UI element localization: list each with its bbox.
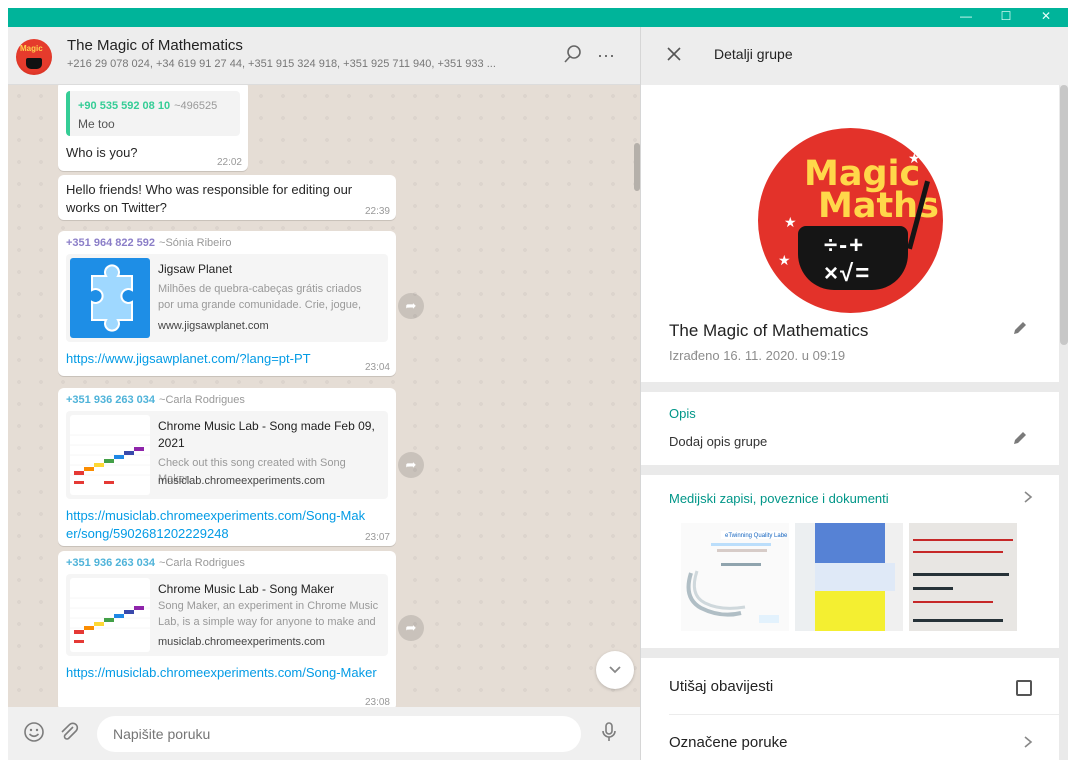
scroll-down-button[interactable] [596,651,634,689]
song-maker-thumbnail [70,578,150,652]
group-profile-image[interactable]: Magic Maths ★ ★ ★ ÷-+ ×√= [758,128,943,313]
chat-title: The Magic of Mathematics [67,37,243,54]
hat-icon: ÷-+ ×√= [798,226,908,290]
forward-icon[interactable]: ➦ [398,615,424,641]
settings-card: Utišaj obavijesti Označene poruke [641,658,1059,760]
panel-scrollbar[interactable] [1060,85,1068,345]
quote-text: Me too [78,117,115,131]
message-text: Who is you? [66,145,138,160]
message-link[interactable]: https://musiclab.chromeexperiments.com/S… [66,507,366,543]
forward-icon[interactable]: ➦ [398,452,424,478]
group-info-panel[interactable]: Magic Maths ★ ★ ★ ÷-+ ×√= The Magic of M… [641,85,1068,760]
quote-sender-nick: ~496525 [174,100,218,112]
add-description-field[interactable]: Dodaj opis grupe [669,434,767,449]
preview-url: www.jigsawplanet.com [158,320,269,332]
sender-nick: ~Carla Rodrigues [159,394,245,406]
message-bubble[interactable]: +351 964 822 592 ~Sónia Ribeiro Jigsaw Pl… [58,231,396,376]
media-card[interactable]: Medijski zapisi, poveznice i dokumenti e… [641,475,1059,648]
message-link[interactable]: https://www.jigsawplanet.com/?lang=pt-PT [66,350,388,368]
jigsaw-thumbnail [70,258,150,338]
link-preview[interactable]: Chrome Music Lab - Song Maker Song Maker… [66,574,388,656]
chat-messages-area[interactable]: +90 535 592 08 10 ~496525 Me too Who is y… [8,85,640,707]
message-time: 22:39 [364,206,390,217]
song-maker-thumbnail [70,415,150,495]
maximize-button[interactable]: ☐ [986,8,1026,27]
microphone-icon[interactable] [596,721,622,747]
message-bubble[interactable]: +90 535 592 08 10 ~496525 Me too Who is y… [58,85,248,171]
edit-description-icon[interactable] [1009,430,1031,452]
message-text: Hello friends! Who was responsible for e… [66,182,353,215]
preview-title: Chrome Music Lab - Song made Feb 09, 202… [158,419,375,450]
preview-description: Milhões de quebra-cabeças grátis criados… [158,283,362,311]
group-info-header: Detalji grupe [641,27,1068,85]
avatar-math-symbols: ÷-+ ×√= [824,232,872,287]
media-thumbnail[interactable] [795,523,903,631]
preview-title: Jigsaw Planet [158,262,233,276]
link-preview[interactable]: Chrome Music Lab - Song made Feb 09, 202… [66,411,388,499]
emoji-icon[interactable] [21,721,47,747]
hat-icon [26,58,42,69]
quote-sender-phone: +90 535 592 08 10 [78,100,171,112]
message-sender: +351 936 263 034 ~Carla Rodrigues [66,557,388,569]
window-titlebar: — ☐ ✕ [8,8,1068,27]
group-created-date: Izrađeno 16. 11. 2020. u 09:19 [669,348,846,363]
message-bubble[interactable]: +351 936 263 034 ~Carla Rodrigues Chrome… [58,551,396,707]
panel-title: Detalji grupe [714,46,793,62]
close-icon[interactable] [661,42,687,68]
group-profile-card: Magic Maths ★ ★ ★ ÷-+ ×√= The Magic of M… [641,85,1059,382]
star-icon: ★ [908,150,921,166]
message-sender: +351 936 263 034 ~Carla Rodrigues [66,394,388,406]
message-time: 23:04 [364,362,390,373]
group-name: The Magic of Mathematics [669,321,869,340]
message-bubble[interactable]: +351 936 263 034 ~Carla Rodrigues Chrome… [58,388,396,546]
message-time: 23:07 [364,532,390,543]
media-thumbnail[interactable] [909,523,1017,631]
group-avatar[interactable]: Magic [16,39,52,75]
description-card: Opis Dodaj opis grupe [641,392,1059,465]
mute-notifications-label[interactable]: Utišaj obavijesti [669,678,773,695]
more-options-icon[interactable]: ⋯ [594,44,618,68]
sender-phone: +351 936 263 034 [66,557,156,569]
sender-nick: ~Carla Rodrigues [159,557,245,569]
message-sender: +351 964 822 592 ~Sónia Ribeiro [66,237,388,249]
description-label: Opis [669,406,696,421]
preview-url: musiclab.chromeexperiments.com [158,636,325,648]
row-divider [669,714,1059,715]
sender-phone: +351 936 263 034 [66,394,156,406]
minimize-button[interactable]: — [946,8,986,27]
chevron-right-icon[interactable] [1019,732,1037,754]
message-bubble[interactable]: Hello friends! Who was responsible for e… [58,175,396,220]
message-link[interactable]: https://musiclab.chromeexperiments.com/S… [66,664,388,682]
mute-checkbox[interactable] [1016,680,1032,696]
sender-phone: +351 964 822 592 [66,237,156,249]
avatar-text: Magic [20,44,43,53]
attach-icon[interactable] [56,721,82,747]
sender-nick: ~Sónia Ribeiro [159,237,232,249]
media-thumbnail[interactable]: eTwinning Quality Labe [681,523,789,631]
quoted-message[interactable]: +90 535 592 08 10 ~496525 Me too [66,91,240,136]
chat-members: +216 29 078 024, +34 619 91 27 44, +351 … [67,58,496,70]
preview-title: Chrome Music Lab - Song Maker [158,582,335,596]
forward-icon[interactable]: ➦ [398,293,424,319]
svg-text:eTwinning Quality Labe: eTwinning Quality Labe [725,533,788,539]
chat-header[interactable]: Magic The Magic of Mathematics +216 29 0… [8,27,640,85]
edit-name-icon[interactable] [1009,320,1031,342]
media-label[interactable]: Medijski zapisi, poveznice i dokumenti [669,491,889,506]
chevron-right-icon[interactable] [1019,487,1037,509]
message-time: 22:02 [216,157,242,168]
search-icon[interactable] [561,44,585,68]
preview-description: Song Maker, an experiment in Chrome Musi… [158,600,379,628]
star-icon: ★ [778,252,791,268]
close-window-button[interactable]: ✕ [1026,8,1066,27]
star-icon: ★ [784,214,797,230]
starred-messages-label[interactable]: Označene poruke [669,734,787,751]
link-preview[interactable]: Jigsaw Planet Milhões de quebra-cabeças … [66,254,388,342]
compose-bar [8,707,640,760]
preview-url: musiclab.chromeexperiments.com [158,475,325,487]
message-time: 23:08 [364,697,390,707]
message-input[interactable] [97,716,581,752]
